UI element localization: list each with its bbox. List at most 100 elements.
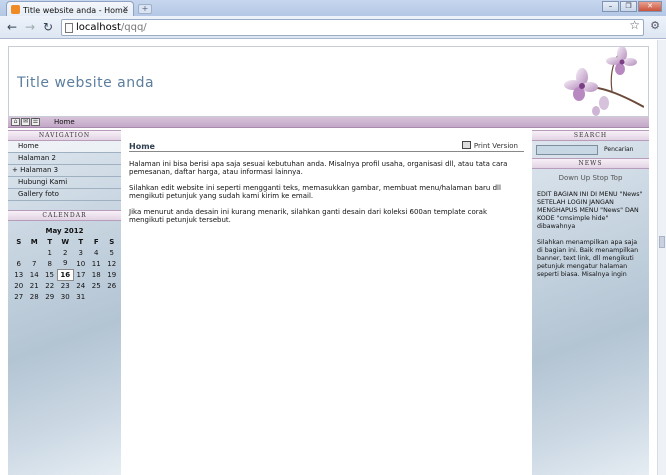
- window-controls: – ❐ ✕: [602, 1, 662, 12]
- calendar-heading: CALENDAR: [8, 210, 121, 221]
- calendar-day[interactable]: 25: [89, 280, 105, 291]
- main-content: Home Print Version Halaman ini bisa beri…: [123, 130, 530, 475]
- nav-item-halaman-3[interactable]: + Halaman 3: [8, 165, 121, 177]
- calendar-day[interactable]: 2: [58, 247, 74, 258]
- calendar-day[interactable]: 24: [73, 280, 89, 291]
- printer-icon: [461, 141, 471, 149]
- web-page: Title website anda ⌂ ✉ ☰ Home NAVIGATION…: [0, 40, 657, 475]
- calendar-day[interactable]: 8: [42, 258, 58, 269]
- calendar-week: 12345: [11, 247, 120, 258]
- calendar-day[interactable]: 3: [73, 247, 89, 258]
- nav-item-hubungi-kami[interactable]: Hubungi Kami: [8, 177, 121, 189]
- calendar-day[interactable]: 29: [42, 291, 58, 302]
- window-close-icon[interactable]: ✕: [638, 1, 662, 12]
- home-icon[interactable]: ⌂: [11, 118, 20, 126]
- forward-icon[interactable]: →: [22, 20, 38, 35]
- nav-item-home[interactable]: Home: [8, 141, 121, 153]
- calendar-day[interactable]: 9: [58, 258, 74, 269]
- address-bar[interactable]: localhost/qqq/: [61, 19, 644, 36]
- new-tab-button[interactable]: +: [138, 4, 152, 14]
- calendar-day[interactable]: 19: [104, 269, 120, 280]
- calendar-day[interactable]: 6: [11, 258, 27, 269]
- calendar-day: [89, 291, 105, 302]
- calendar-week: 20 21 22 23 24 25 26: [11, 280, 120, 291]
- nav-item-gallery-foto[interactable]: Gallery foto: [8, 189, 121, 201]
- calendar-day[interactable]: 31: [73, 291, 89, 302]
- breadcrumb-bar: ⌂ ✉ ☰ Home: [8, 117, 649, 128]
- content-body: Halaman ini bisa berisi apa saja sesuai …: [129, 160, 521, 232]
- page-scrollbar[interactable]: [657, 40, 666, 475]
- calendar-weekday: T: [78, 237, 84, 246]
- calendar-day[interactable]: 15: [42, 269, 58, 280]
- news-heading: NEWS: [532, 158, 649, 169]
- calendar-weekday: S: [16, 237, 22, 246]
- browser-toolbar: ← → ↻ localhost/qqq/ ☆ ⚙: [0, 16, 666, 39]
- minimize-icon[interactable]: –: [602, 1, 619, 12]
- calendar-weekday: S: [109, 237, 115, 246]
- content-header: Home Print Version: [129, 141, 524, 152]
- calendar-day[interactable]: 26: [104, 280, 120, 291]
- calendar-day[interactable]: 12: [104, 258, 120, 269]
- maximize-icon[interactable]: ❐: [620, 1, 637, 12]
- site-title: Title website anda: [17, 75, 155, 91]
- search-input[interactable]: [536, 145, 598, 155]
- print-version-link[interactable]: Print Version: [461, 141, 518, 150]
- calendar-day-today[interactable]: 16: [57, 268, 74, 281]
- star-icon[interactable]: ☆: [629, 18, 640, 32]
- reload-icon[interactable]: ↻: [40, 20, 56, 35]
- calendar-day: [104, 291, 120, 302]
- navigation-menu: Home Halaman 2 + Halaman 3 Hubungi Kami …: [8, 141, 121, 201]
- back-icon[interactable]: ←: [4, 20, 20, 35]
- calendar-day[interactable]: 4: [89, 247, 105, 258]
- calendar-day[interactable]: 1: [42, 247, 58, 258]
- calendar-day[interactable]: 21: [27, 280, 43, 291]
- browser-tab[interactable]: Title website anda - Home ×: [6, 1, 134, 16]
- breadcrumb[interactable]: Home: [54, 118, 75, 126]
- scrollbar-thumb[interactable]: [659, 236, 665, 248]
- content-paragraph: Jika menurut anda desain ini kurang mena…: [129, 208, 487, 224]
- print-version-label: Print Version: [473, 142, 518, 150]
- site-header: Title website anda: [8, 46, 649, 117]
- calendar-day[interactable]: 28: [27, 291, 43, 302]
- calendar-weekday: T: [47, 237, 53, 246]
- tab-close-icon[interactable]: ×: [122, 4, 129, 13]
- calendar-day: [11, 247, 27, 258]
- calendar-weekday: M: [30, 237, 38, 246]
- calendar-day[interactable]: 10: [73, 258, 89, 269]
- calendar-day[interactable]: 23: [58, 280, 74, 291]
- calendar-day[interactable]: 11: [89, 258, 105, 269]
- url-path: /qqq/: [120, 22, 147, 33]
- calendar: May 2012 SMTWTFS 1 2 3 4 5 6 7 8 9 10 11 12 13 14 15 16…: [8, 221, 121, 302]
- url-host: localhost: [76, 22, 121, 33]
- calendar-week: 13 14 15 16 17 18 19: [11, 268, 120, 281]
- orchid-logo: [564, 47, 644, 116]
- news-scroll-controls[interactable]: Down Up Stop Top: [532, 169, 649, 191]
- calendar-grid: SMTWTFS 1 2 3 4 5 6 7 8 9 10 11 12 13 14 15 16 17 18 19 20 2…: [11, 236, 120, 302]
- calendar-day[interactable]: 17: [73, 269, 89, 280]
- navigation-heading: NAVIGATION: [8, 130, 121, 141]
- calendar-day[interactable]: 13: [11, 269, 27, 280]
- wrench-icon[interactable]: ⚙: [650, 19, 660, 32]
- content-paragraph: Halaman ini bisa berisi apa saja sesuai …: [129, 160, 508, 176]
- page-title: Home: [129, 142, 155, 151]
- news-body: EDIT BAGIAN INI DI MENU "News" SETELAH L…: [532, 191, 649, 279]
- calendar-day[interactable]: 5: [104, 247, 120, 258]
- calendar-day[interactable]: 22: [42, 280, 58, 291]
- calendar-day[interactable]: 27: [11, 291, 27, 302]
- search-button[interactable]: Pencarian: [604, 146, 634, 153]
- sitemap-icon[interactable]: ☰: [31, 118, 40, 126]
- calendar-week: 27 28 29 30 31: [11, 291, 120, 302]
- page-icon: [65, 23, 73, 33]
- calendar-weekday: W: [61, 237, 70, 246]
- calendar-day[interactable]: 20: [11, 280, 27, 291]
- browser-titlebar: Title website anda - Home × + – ❐ ✕: [0, 0, 666, 16]
- search-form: Pencarian: [532, 141, 649, 158]
- calendar-day[interactable]: 30: [58, 291, 74, 302]
- calendar-weekday: F: [93, 237, 99, 246]
- calendar-day[interactable]: 18: [89, 269, 105, 280]
- nav-item-halaman-2[interactable]: Halaman 2: [8, 153, 121, 165]
- calendar-day[interactable]: 14: [27, 269, 43, 280]
- calendar-day[interactable]: 7: [27, 258, 43, 269]
- mail-icon[interactable]: ✉: [21, 118, 30, 126]
- calendar-month: May 2012: [45, 227, 84, 235]
